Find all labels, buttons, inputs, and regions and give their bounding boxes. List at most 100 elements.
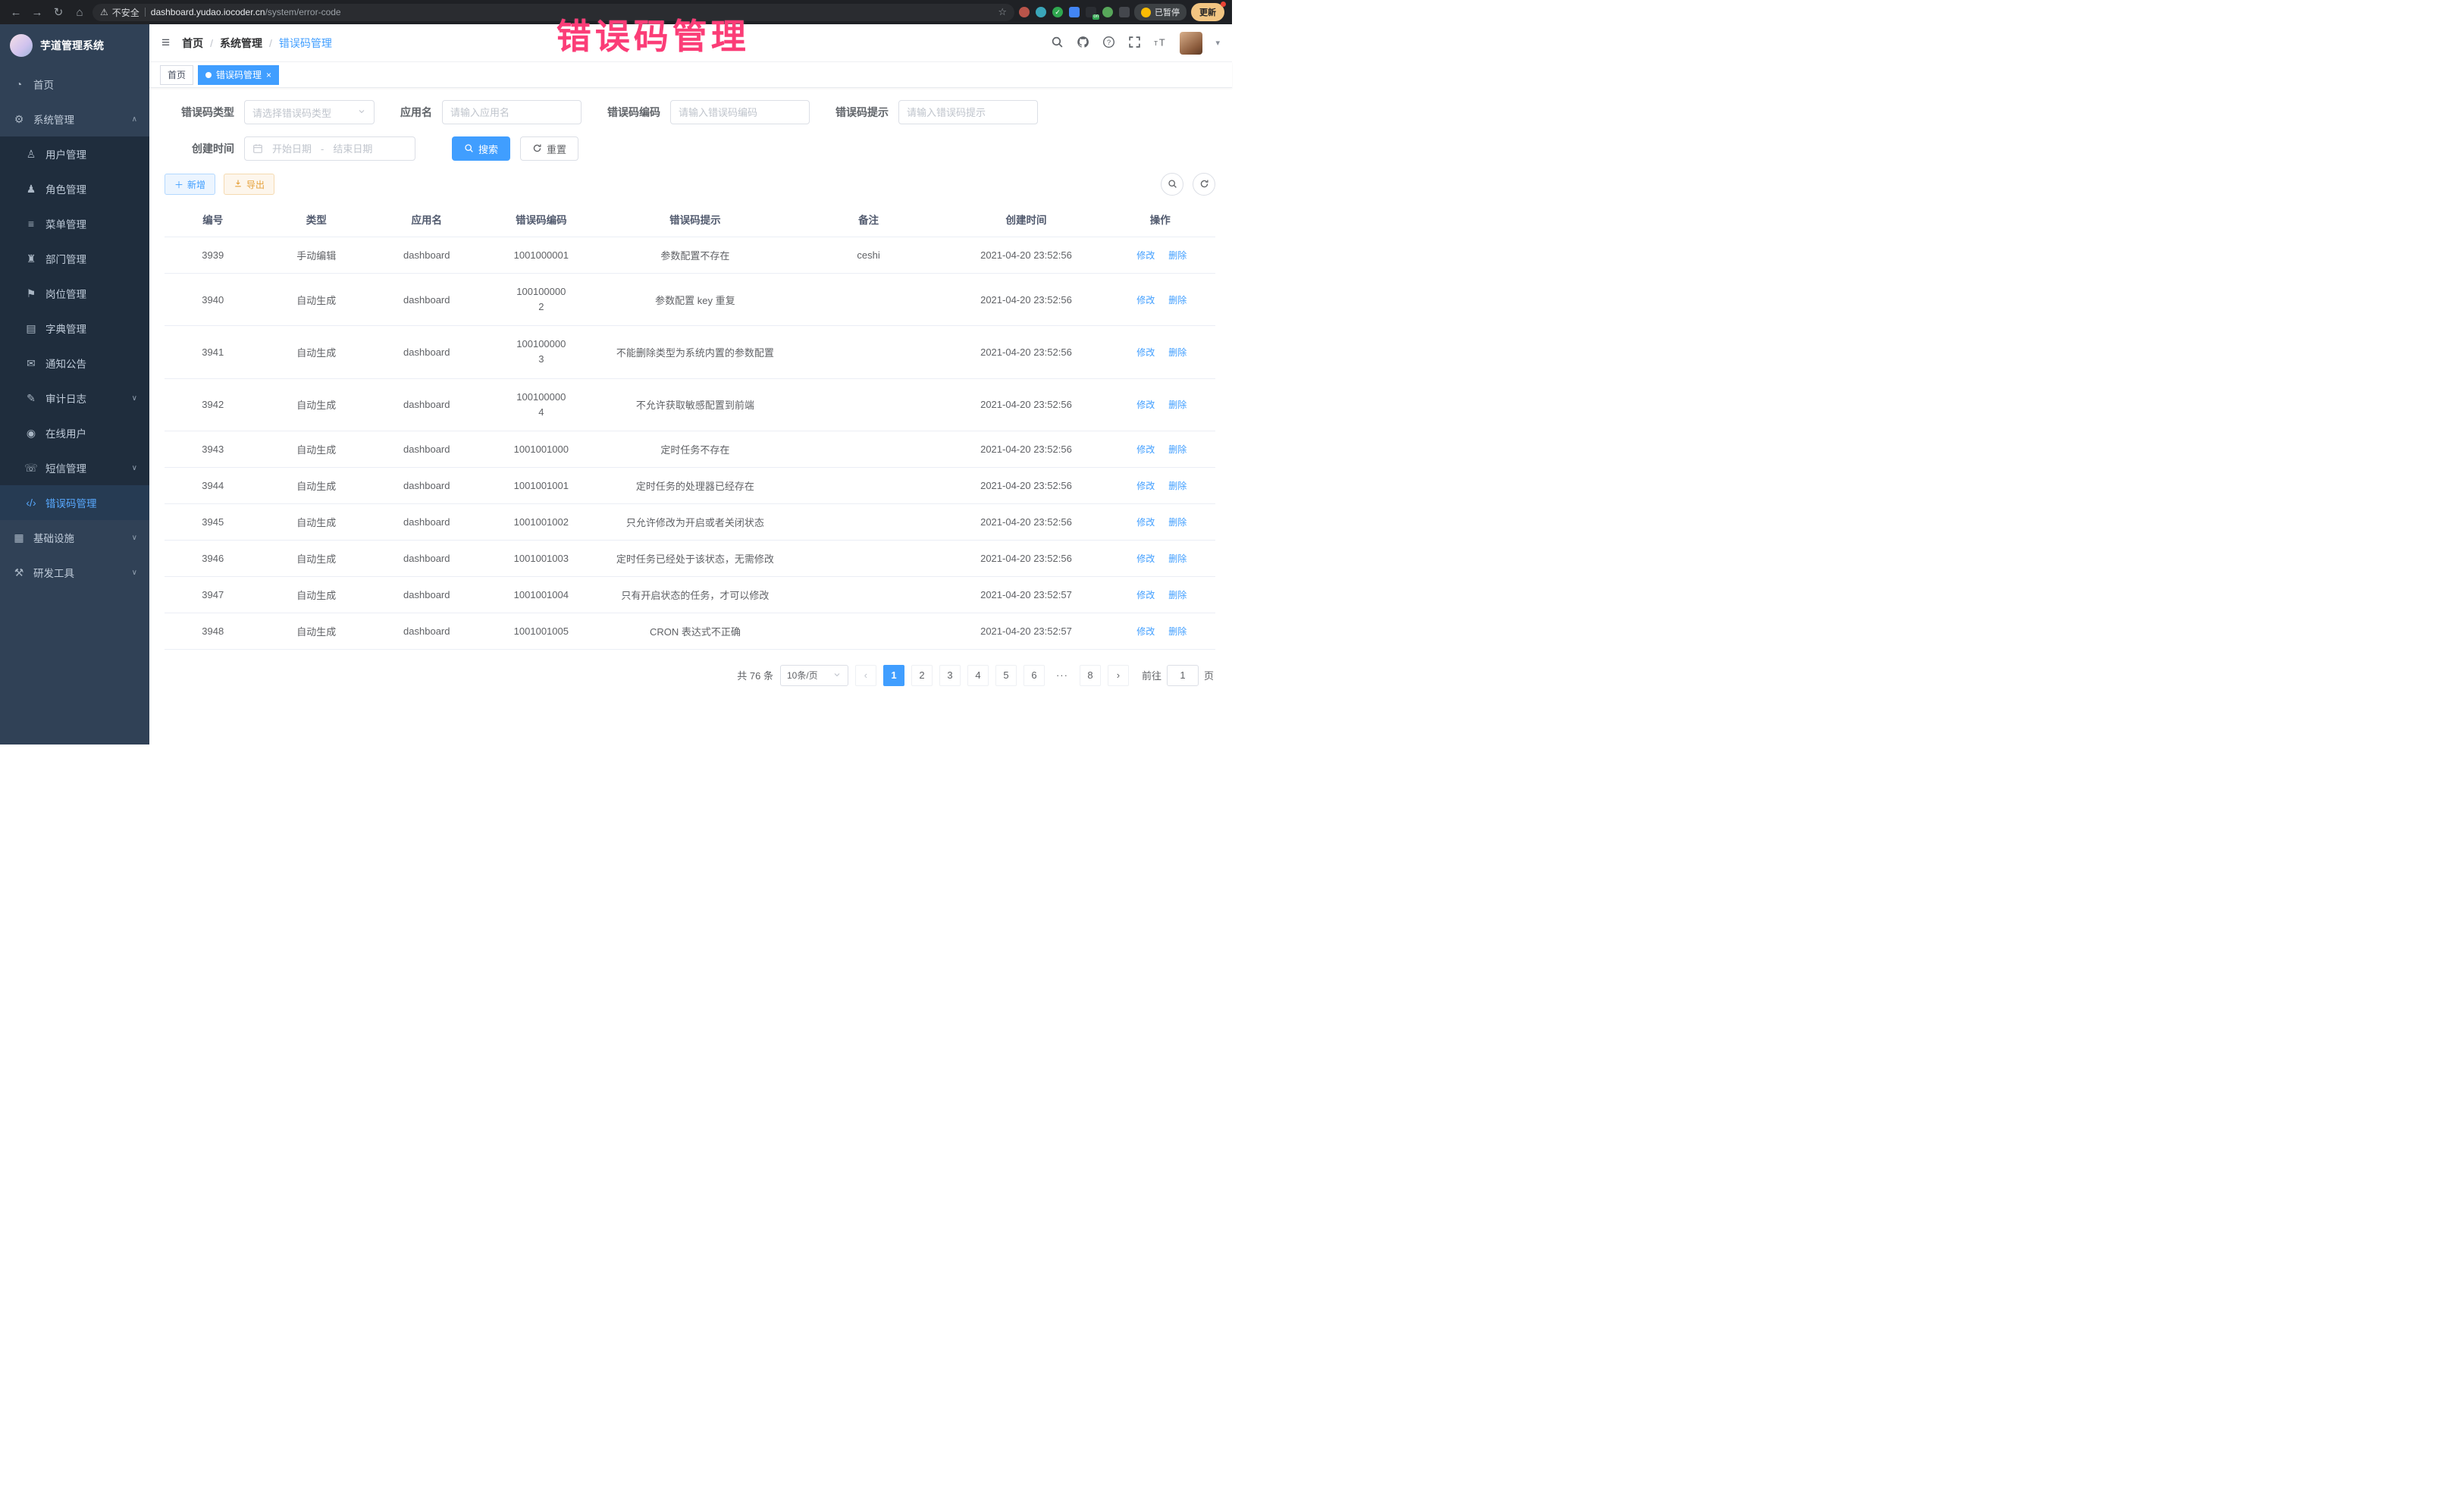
edit-link[interactable]: 修改	[1133, 398, 1155, 411]
reset-button[interactable]: 重置	[520, 136, 578, 161]
extension-icon[interactable]: ✓	[1052, 7, 1063, 17]
show-search-button[interactable]	[1161, 173, 1183, 196]
sidebar-item-dict[interactable]: ▤字典管理	[0, 311, 149, 346]
extension-icon[interactable]	[1069, 7, 1080, 17]
user-avatar[interactable]	[1180, 32, 1202, 55]
refresh-table-button[interactable]	[1193, 173, 1215, 196]
sidebar-item-post[interactable]: ⚑岗位管理	[0, 276, 149, 311]
address-bar[interactable]: ⚠ 不安全 dashboard.yudao.iocoder.cn/system/…	[92, 4, 1014, 21]
column-header: 错误码提示	[600, 202, 789, 237]
url-text[interactable]: dashboard.yudao.iocoder.cn/system/error-…	[151, 7, 993, 17]
edit-link[interactable]: 修改	[1133, 443, 1155, 456]
page-size-select[interactable]: 10条/页	[780, 665, 848, 686]
extension-puzzle-icon[interactable]	[1119, 7, 1130, 17]
edit-link[interactable]: 修改	[1133, 588, 1155, 601]
edit-link[interactable]: 修改	[1133, 293, 1155, 306]
sidebar-item-notice[interactable]: ✉通知公告	[0, 346, 149, 381]
sidebar-item-dept[interactable]: ♜部门管理	[0, 241, 149, 276]
hamburger-icon[interactable]: ≡	[161, 35, 170, 52]
delete-link[interactable]: 删除	[1165, 516, 1187, 528]
tab-home[interactable]: 首页	[160, 65, 193, 85]
edit-link[interactable]: 修改	[1133, 625, 1155, 638]
sidebar-item-user[interactable]: ♙用户管理	[0, 136, 149, 171]
page-button-3[interactable]: 3	[939, 665, 961, 686]
security-chip[interactable]: ⚠ 不安全	[100, 6, 140, 19]
edit-link[interactable]: 修改	[1133, 479, 1155, 492]
home-icon[interactable]: ⌂	[71, 6, 88, 19]
sidebar-item-system[interactable]: ⚙系统管理∧	[0, 102, 149, 136]
sidebar-item-log[interactable]: ✎审计日志∨	[0, 381, 149, 415]
delete-link[interactable]: 删除	[1165, 552, 1187, 565]
error-type-select[interactable]: 请选择错误码类型	[244, 100, 375, 124]
delete-link[interactable]: 删除	[1165, 625, 1187, 638]
prev-page-button[interactable]: ‹	[855, 665, 876, 686]
edit-link[interactable]: 修改	[1133, 516, 1155, 528]
app-name-field[interactable]	[442, 100, 582, 124]
back-icon[interactable]: ←	[8, 6, 24, 19]
start-date-input[interactable]	[268, 143, 316, 155]
edit-link[interactable]: 修改	[1133, 249, 1155, 262]
delete-link[interactable]: 删除	[1165, 398, 1187, 411]
sidebar-item-sms[interactable]: ☏短信管理∨	[0, 450, 149, 485]
page-button-2[interactable]: 2	[911, 665, 933, 686]
extension-on-icon[interactable]: on	[1086, 7, 1096, 17]
edit-link[interactable]: 修改	[1133, 346, 1155, 359]
sidebar-item-infra[interactable]: ▦基础设施∨	[0, 520, 149, 555]
breadcrumb-home[interactable]: 首页	[182, 36, 203, 51]
table-row: 3943自动生成dashboard1001001000定时任务不存在2021-0…	[165, 431, 1215, 467]
extension-icon[interactable]	[1036, 7, 1046, 17]
delete-link[interactable]: 删除	[1165, 249, 1187, 262]
sidebar-item-menu[interactable]: ≡菜单管理	[0, 206, 149, 241]
date-range-picker[interactable]: -	[244, 136, 415, 161]
delete-link[interactable]: 删除	[1165, 346, 1187, 359]
error-msg-field[interactable]	[898, 100, 1038, 124]
page-button-4[interactable]: 4	[967, 665, 989, 686]
sidebar-item-devtools[interactable]: ⚒研发工具∨	[0, 555, 149, 590]
paused-badge[interactable]: 已暂停	[1134, 4, 1187, 20]
tab-error-code[interactable]: 错误码管理 ×	[198, 65, 279, 85]
delete-link[interactable]: 删除	[1165, 588, 1187, 601]
sidebar-item-errcode[interactable]: ‹/›错误码管理	[0, 485, 149, 520]
forward-icon[interactable]: →	[29, 6, 45, 19]
update-button[interactable]: 更新	[1191, 3, 1224, 21]
sidebar-item-role[interactable]: ♟角色管理	[0, 171, 149, 206]
reload-icon[interactable]: ↻	[50, 5, 67, 19]
error-msg-input[interactable]	[907, 107, 1030, 118]
extension-icon[interactable]	[1102, 7, 1113, 17]
page-button-5[interactable]: 5	[995, 665, 1017, 686]
chevron-down-icon[interactable]: ▾	[1215, 38, 1220, 48]
font-size-icon[interactable]: TT	[1154, 36, 1167, 51]
add-button[interactable]: ＋ 新增	[165, 174, 215, 195]
export-button[interactable]: 导出	[224, 174, 274, 195]
edit-link[interactable]: 修改	[1133, 552, 1155, 565]
end-date-input[interactable]	[328, 143, 377, 155]
delete-link[interactable]: 删除	[1165, 293, 1187, 306]
page-button-6[interactable]: 6	[1024, 665, 1045, 686]
goto-page-input[interactable]	[1167, 665, 1199, 686]
search-icon[interactable]	[1051, 36, 1064, 51]
search-button[interactable]: 搜索	[452, 136, 510, 161]
fullscreen-icon[interactable]	[1128, 36, 1141, 51]
logo-row[interactable]: 芋道管理系统	[0, 24, 149, 67]
github-icon[interactable]	[1077, 36, 1089, 51]
breadcrumb-system[interactable]: 系统管理	[220, 36, 262, 51]
chevron-down-icon	[357, 107, 366, 118]
page-button-8[interactable]: 8	[1080, 665, 1101, 686]
extension-icon[interactable]	[1019, 7, 1030, 17]
error-code-input[interactable]	[679, 107, 801, 118]
cell-actions: 修改删除	[1105, 540, 1215, 576]
sidebar-item-online[interactable]: ◉在线用户	[0, 415, 149, 450]
next-page-button[interactable]: ›	[1108, 665, 1129, 686]
bookmark-star-icon[interactable]: ☆	[998, 6, 1007, 18]
delete-link[interactable]: 删除	[1165, 443, 1187, 456]
close-icon[interactable]: ×	[266, 71, 271, 80]
help-icon[interactable]: ?	[1102, 36, 1115, 51]
more-pages-button[interactable]: ···	[1052, 665, 1073, 686]
filter-row-2: 创建时间 - 搜索 重置	[165, 136, 1215, 161]
delete-link[interactable]: 删除	[1165, 479, 1187, 492]
app-name-input[interactable]	[450, 107, 573, 118]
error-code-field[interactable]	[670, 100, 810, 124]
sidebar-item-label: 研发工具	[33, 565, 74, 580]
sidebar-item-home[interactable]: ◔首页	[0, 67, 149, 102]
page-button-1[interactable]: 1	[883, 665, 904, 686]
